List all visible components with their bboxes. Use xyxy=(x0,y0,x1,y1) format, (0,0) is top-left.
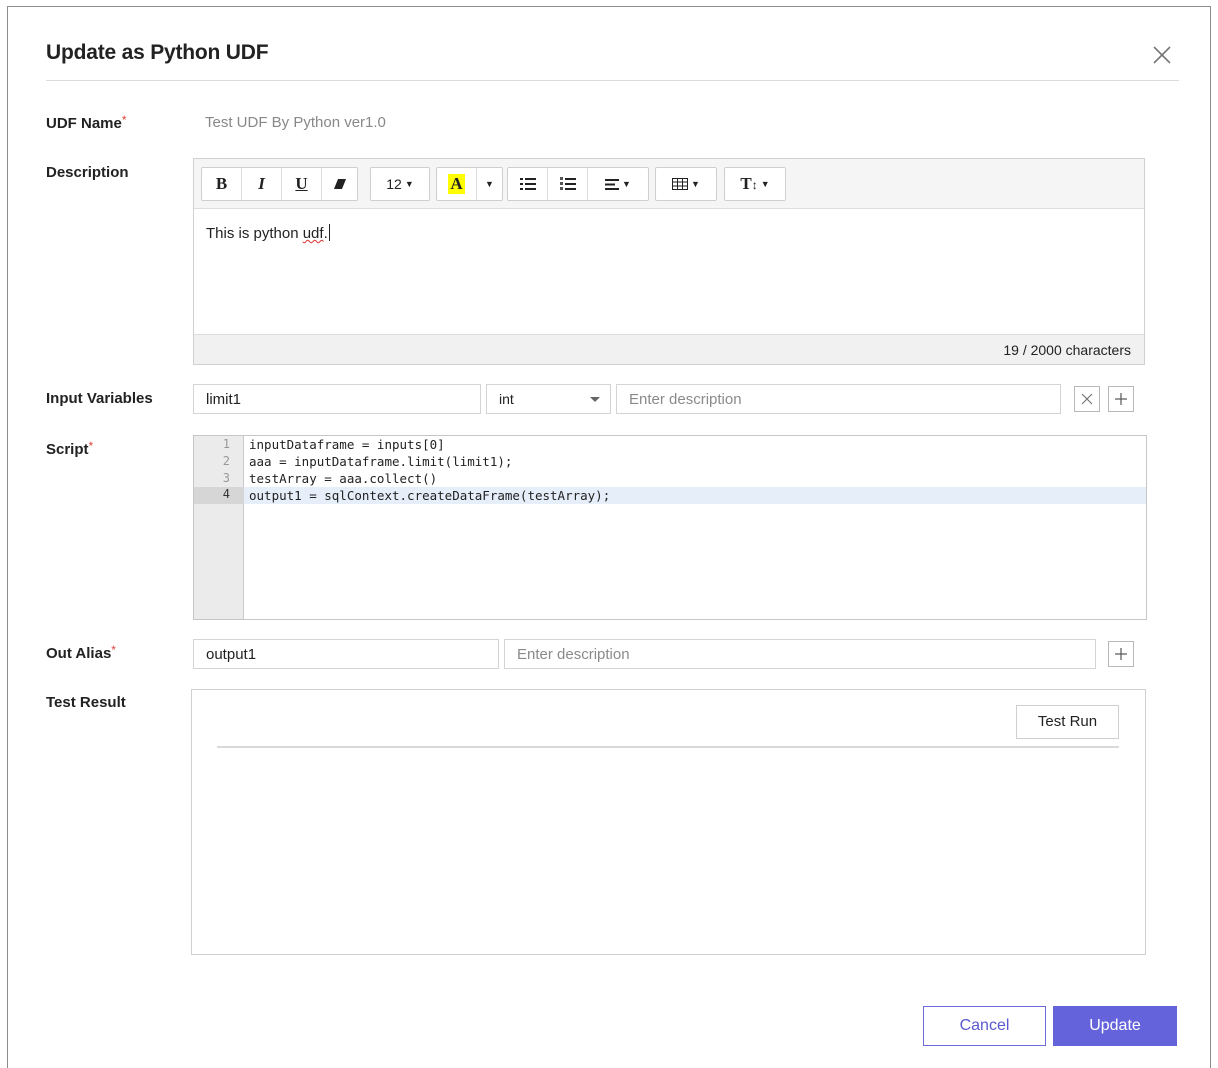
required-mark: * xyxy=(121,113,127,127)
font-size-dropdown[interactable]: 12 ▼ xyxy=(371,168,429,200)
line-height-icon: T↕ xyxy=(740,174,758,193)
test-result-panel: Test Run xyxy=(191,689,1146,955)
test-result-label: Test Result xyxy=(46,694,126,711)
align-left-icon xyxy=(605,178,620,190)
update-udf-dialog: Update as Python UDF UDF Name* Test UDF … xyxy=(7,6,1211,1068)
required-mark: * xyxy=(111,643,116,657)
dialog-title: Update as Python UDF xyxy=(46,41,269,64)
highlight-group: A ▼ xyxy=(436,167,503,201)
eraser-icon xyxy=(333,179,346,189)
description-label: Description xyxy=(46,164,129,181)
close-icon xyxy=(1081,393,1093,405)
out-alias-label: Out Alias* xyxy=(46,643,116,662)
bullet-list-icon xyxy=(519,178,536,190)
out-alias-name-field[interactable]: output1 xyxy=(193,639,499,669)
line-number: 2 xyxy=(222,454,230,468)
font-size-value: 12 xyxy=(386,176,402,192)
underline-button[interactable]: U xyxy=(282,168,322,200)
editor-toolbar: B I U 12 ▼ A ▼ ▼ ▼ T↕ ▼ xyxy=(194,159,1144,209)
numbered-list-button[interactable] xyxy=(548,168,588,200)
description-editor: B I U 12 ▼ A ▼ ▼ ▼ T↕ ▼ This is python u… xyxy=(193,158,1145,365)
align-dropdown[interactable]: ▼ xyxy=(588,168,648,200)
line-height-group: T↕ ▼ xyxy=(724,167,786,201)
required-mark: * xyxy=(88,439,94,453)
spellcheck-word: udf xyxy=(302,225,324,242)
code-line: output1 = sqlContext.createDataFrame(tes… xyxy=(249,488,611,503)
udf-name-value: Test UDF By Python ver1.0 xyxy=(205,114,386,131)
input-variable-type-select[interactable]: int xyxy=(486,384,611,414)
line-number: 3 xyxy=(222,471,230,485)
font-size-group: 12 ▼ xyxy=(370,167,430,201)
cancel-button[interactable]: Cancel xyxy=(923,1006,1046,1046)
description-text-end: . xyxy=(323,225,328,242)
line-number: 1 xyxy=(222,437,230,451)
highlight-color-dropdown[interactable]: ▼ xyxy=(477,168,502,200)
description-text-area[interactable]: This is python udf. xyxy=(194,209,1144,335)
format-group: B I U xyxy=(201,167,358,201)
out-alias-description-field[interactable]: Enter description xyxy=(504,639,1096,669)
input-variable-name-field[interactable]: limit1 xyxy=(193,384,481,414)
line-height-dropdown[interactable]: T↕ ▼ xyxy=(725,168,785,200)
table-group: ▼ xyxy=(655,167,717,201)
char-count: 19 / 2000 characters xyxy=(194,334,1144,364)
test-run-button[interactable]: Test Run xyxy=(1016,705,1119,739)
italic-button[interactable]: I xyxy=(242,168,282,200)
code-line: testArray = aaa.collect() xyxy=(249,471,438,486)
update-button[interactable]: Update xyxy=(1053,1006,1177,1046)
text-cursor xyxy=(328,224,330,241)
code-line: aaa = inputDataframe.limit(limit1); xyxy=(249,454,513,469)
chevron-down-icon: ▼ xyxy=(760,179,770,189)
eraser-button[interactable] xyxy=(322,168,357,200)
add-variable-button[interactable] xyxy=(1108,386,1134,412)
plus-icon xyxy=(1115,393,1127,405)
chevron-down-icon: ▼ xyxy=(404,179,414,189)
numbered-list-icon xyxy=(559,177,576,190)
close-icon[interactable] xyxy=(1150,43,1174,67)
table-icon xyxy=(672,178,689,190)
table-dropdown[interactable]: ▼ xyxy=(656,168,716,200)
chevron-down-icon: ▼ xyxy=(691,179,700,189)
input-variable-description-field[interactable]: Enter description xyxy=(616,384,1061,414)
line-number-active: 4 xyxy=(194,487,244,504)
input-variables-label: Input Variables xyxy=(46,390,153,407)
remove-variable-button[interactable] xyxy=(1074,386,1100,412)
highlight-icon: A xyxy=(448,174,465,194)
test-result-divider xyxy=(217,746,1119,748)
plus-icon xyxy=(1115,648,1127,660)
chevron-down-icon xyxy=(590,397,600,402)
add-out-alias-button[interactable] xyxy=(1108,641,1134,667)
udf-name-label: UDF Name* xyxy=(46,113,127,132)
bullet-list-button[interactable] xyxy=(508,168,548,200)
highlight-button[interactable]: A xyxy=(437,168,477,200)
script-editor[interactable]: 1 2 3 4 inputDataframe = inputs[0] aaa =… xyxy=(193,435,1147,620)
bold-button[interactable]: B xyxy=(202,168,242,200)
script-label: Script* xyxy=(46,439,94,458)
code-line: inputDataframe = inputs[0] xyxy=(249,437,445,452)
chevron-down-icon: ▼ xyxy=(622,179,631,189)
title-divider xyxy=(46,80,1179,81)
description-text: This is python xyxy=(206,225,303,242)
list-group: ▼ xyxy=(507,167,649,201)
chevron-down-icon: ▼ xyxy=(485,179,494,189)
type-select-value: int xyxy=(499,391,514,407)
